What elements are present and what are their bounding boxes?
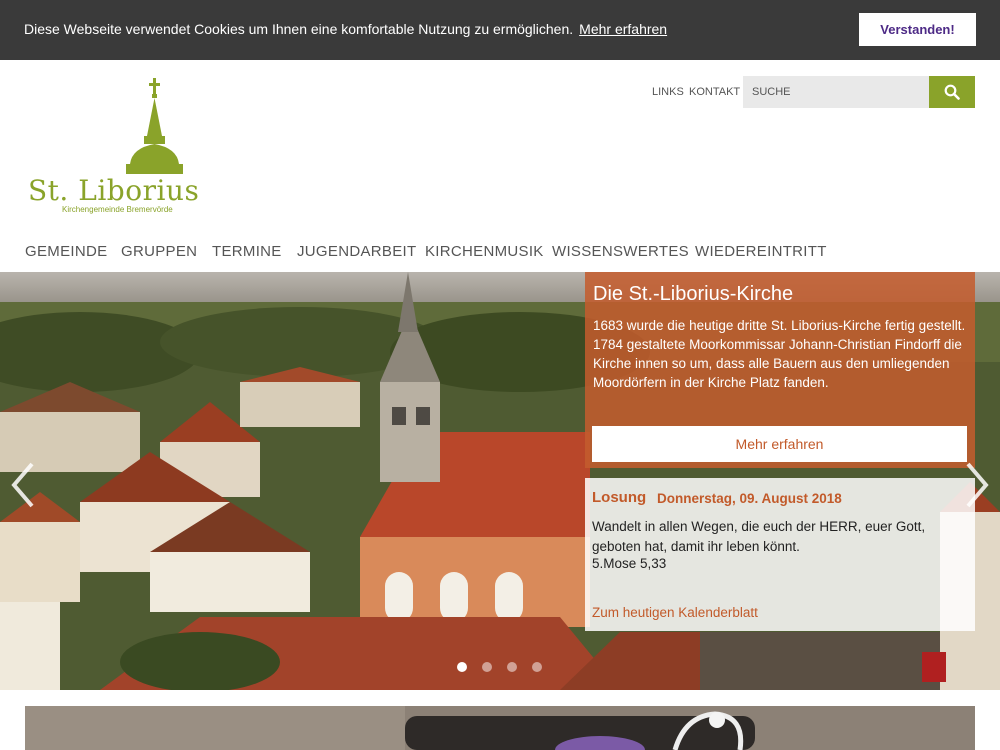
slide-title: Die St.-Liborius-Kirche [593, 283, 794, 305]
search-button[interactable] [929, 76, 975, 108]
slider-dot-2[interactable] [482, 662, 492, 672]
nav-item-kirchenmusik[interactable]: KIRCHENMUSIK [425, 243, 544, 260]
church-tower-logo-icon [126, 78, 183, 174]
cookie-message: Diese Webseite verwendet Cookies um Ihne… [24, 21, 667, 37]
cookie-text: Diese Webseite verwendet Cookies um Ihne… [24, 21, 574, 37]
cookie-more-link[interactable]: Mehr erfahren [579, 21, 667, 37]
search-placeholder: SUCHE [752, 86, 791, 98]
nav-item-wissenswertes[interactable]: WISSENSWERTES [552, 243, 689, 260]
search-input[interactable]: SUCHE [743, 76, 929, 108]
site-logo[interactable]: St. Liborius Kirchengemeinde Bremervörde [26, 76, 199, 216]
slide-text: 1683 wurde die heutige dritte St. Libori… [593, 318, 966, 390]
slider-dot-1[interactable] [457, 662, 467, 672]
chevron-right-icon [966, 462, 989, 508]
losung-verse: Wandelt in allen Wegen, die euch der HER… [592, 519, 926, 554]
cookie-bar: Diese Webseite verwendet Cookies um Ihne… [0, 0, 1000, 60]
losung-box: Losung Donnerstag, 09. August 2018 Wande… [585, 478, 975, 631]
losung-reference: 5.Mose 5,33 [592, 556, 667, 571]
nav-item-jugendarbeit[interactable]: JUGENDARBEIT [297, 243, 416, 260]
slider-dot-4[interactable] [532, 662, 542, 672]
logo-subtitle: Kirchengemeinde Bremervörde [62, 205, 173, 214]
losung-calendar-link[interactable]: Zum heutigen Kalenderblatt [592, 605, 758, 620]
nav-item-gemeinde[interactable]: GEMEINDE [25, 243, 107, 260]
nav-item-wiedereintritt[interactable]: WIEDEREINTRITT [695, 243, 827, 260]
nav-item-gruppen[interactable]: GRUPPEN [121, 243, 197, 260]
slide-info-box: Die St.-Liborius-Kirche 1683 wurde die h… [585, 272, 975, 468]
losung-date: Donnerstag, 09. August 2018 [657, 491, 842, 506]
header-link-kontakt[interactable]: KONTAKT [689, 86, 740, 98]
slider-prev-button[interactable] [8, 460, 38, 510]
slider-next-button[interactable] [962, 460, 992, 510]
logo-name: St. Liborius [28, 174, 200, 207]
teaser-photo [25, 706, 975, 750]
header-link-links[interactable]: LINKS [652, 86, 684, 98]
nav-item-termine[interactable]: TERMINE [212, 243, 282, 260]
losung-label: Losung [592, 489, 647, 506]
slide-more-button[interactable]: Mehr erfahren [592, 426, 967, 462]
search-icon [944, 84, 960, 100]
chevron-left-icon [11, 462, 34, 508]
cookie-accept-button[interactable]: Verstanden! [859, 13, 976, 46]
slider-dot-3[interactable] [507, 662, 517, 672]
teaser-image[interactable] [25, 706, 975, 750]
